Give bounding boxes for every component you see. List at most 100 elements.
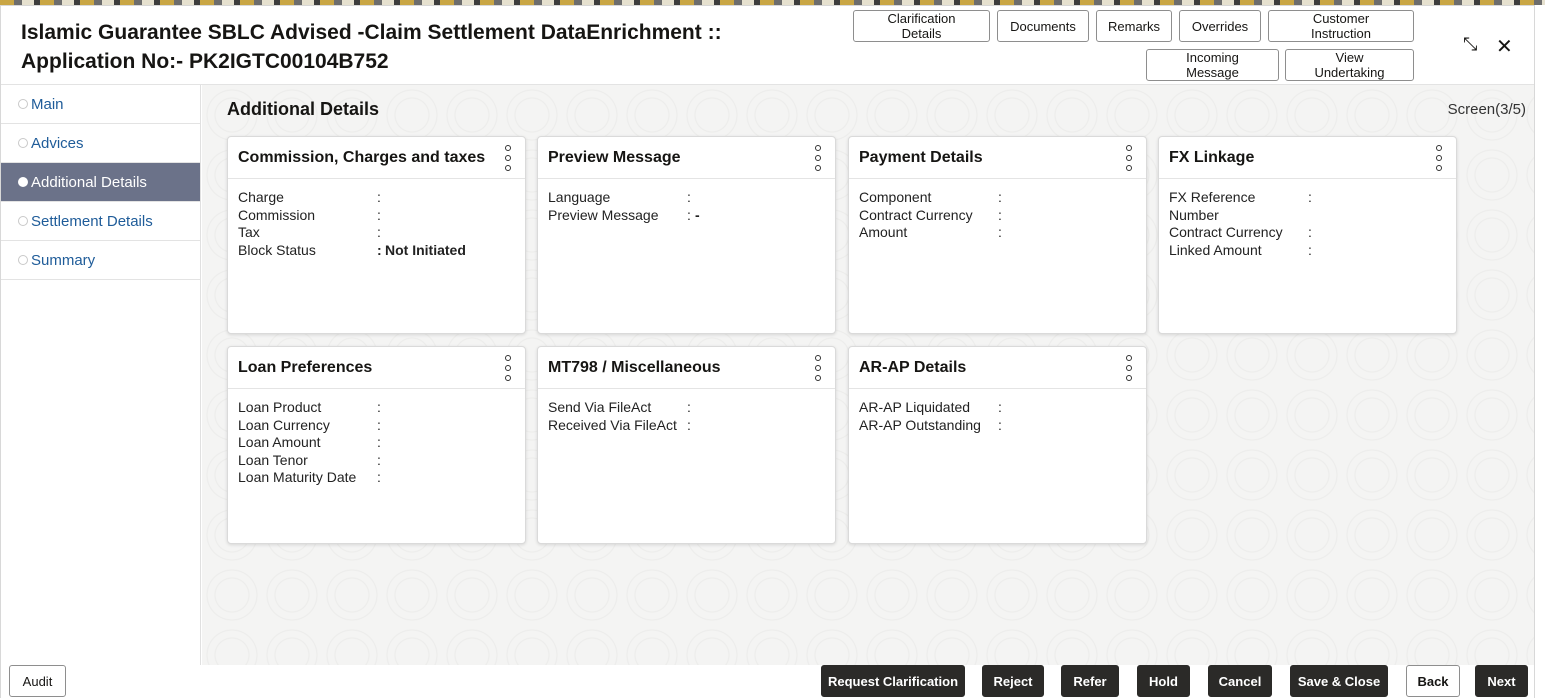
field-colon: :: [687, 189, 691, 205]
field-colon: :: [377, 224, 381, 240]
field-row: Amount:: [859, 224, 1136, 242]
kebab-menu-icon[interactable]: [813, 145, 823, 171]
card-body: AR-AP Liquidated: AR-AP Outstanding:: [849, 389, 1146, 444]
field-label: Charge: [238, 189, 284, 205]
field-colon: :: [998, 189, 1002, 205]
step-dot-icon: [18, 177, 28, 187]
field-row: Loan Maturity Date:: [238, 469, 515, 487]
field-row: FX Reference Number:: [1169, 189, 1446, 224]
field-row: Component:: [859, 189, 1136, 207]
kebab-menu-icon[interactable]: [1434, 145, 1444, 171]
field-label: Loan Tenor: [238, 451, 308, 468]
refer-button[interactable]: Refer: [1061, 665, 1119, 697]
save-close-button[interactable]: Save & Close: [1290, 665, 1388, 697]
field-row: Received Via FileAct:: [548, 417, 825, 435]
field-colon: :: [377, 469, 381, 485]
kebab-menu-icon[interactable]: [1124, 145, 1134, 171]
documents-button[interactable]: Documents: [997, 10, 1089, 42]
card-body: FX Reference Number: Contract Currency: …: [1159, 179, 1456, 269]
card-preview-message: Preview Message Language: Preview Messag…: [537, 136, 836, 334]
body-area: Main Advices Additional Details Settleme…: [1, 85, 1534, 665]
field-row: Linked Amount:: [1169, 242, 1446, 260]
field-row: Charge:: [238, 189, 515, 207]
field-label: Linked Amount: [1169, 241, 1262, 258]
card-header: Commission, Charges and taxes: [228, 137, 525, 179]
page-title: Islamic Guarantee SBLC Advised -Claim Se…: [21, 18, 781, 76]
request-clarification-button[interactable]: Request Clarification: [821, 665, 965, 697]
field-label: Loan Currency: [238, 416, 330, 433]
field-colon: :: [998, 224, 1002, 240]
screen-indicator: Screen(3/5): [1447, 101, 1526, 118]
app-window: Islamic Guarantee SBLC Advised -Claim Se…: [0, 5, 1535, 698]
kebab-menu-icon[interactable]: [503, 145, 513, 171]
field-row: Send Via FileAct:: [548, 399, 825, 417]
field-label: Amount: [859, 224, 908, 240]
field-row: Preview Message: -: [548, 207, 825, 225]
card-title: Payment Details: [859, 148, 983, 166]
field-colon: :: [1308, 224, 1312, 240]
field-colon: :: [377, 206, 381, 223]
sidebar-item-advices[interactable]: Advices: [1, 124, 200, 163]
field-label: Tax: [238, 224, 260, 240]
section-title: Additional Details: [227, 99, 380, 119]
field-row: Loan Product:: [238, 399, 515, 417]
field-label: AR-AP Liquidated: [859, 399, 971, 415]
card-fx-linkage: FX Linkage FX Reference Number: Contract…: [1158, 136, 1457, 334]
kebab-menu-icon[interactable]: [1124, 355, 1134, 381]
page-header: Islamic Guarantee SBLC Advised -Claim Se…: [1, 6, 1534, 85]
remarks-button[interactable]: Remarks: [1096, 10, 1172, 42]
card-header: Preview Message: [538, 137, 835, 179]
card-body: Loan Product: Loan Currency: Loan Amount…: [228, 389, 525, 497]
back-button[interactable]: Back: [1406, 665, 1460, 697]
audit-button[interactable]: Audit: [9, 665, 66, 697]
sidebar-item-label: Summary: [31, 251, 96, 269]
field-colon: :: [998, 206, 1002, 223]
field-colon: :: [377, 416, 381, 433]
field-label: Language: [548, 189, 611, 205]
page-title-line1: Islamic Guarantee SBLC Advised -Claim Se…: [21, 21, 722, 44]
step-dot-icon: [18, 138, 28, 148]
step-dot-icon: [18, 99, 28, 109]
field-label: Contract Currency: [1169, 224, 1283, 240]
field-row: AR-AP Outstanding:: [859, 417, 1136, 435]
sidebar-item-main[interactable]: Main: [1, 85, 200, 124]
sidebar-item-summary[interactable]: Summary: [1, 241, 200, 280]
field-colon: :: [687, 206, 691, 223]
card-body: Charge: Commission: Tax: Block Status: No…: [228, 179, 525, 269]
card-commission-charges-taxes: Commission, Charges and taxes Charge: Co…: [227, 136, 526, 334]
card-header: Payment Details: [849, 137, 1146, 179]
card-body: Language: Preview Message: -: [538, 179, 835, 234]
sidebar-item-label: Additional Details: [31, 173, 147, 191]
field-label: Received Via FileAct: [548, 416, 677, 433]
field-row: Block Status: Not Initiated: [238, 242, 515, 260]
cancel-button[interactable]: Cancel: [1208, 665, 1272, 697]
next-button[interactable]: Next: [1475, 665, 1528, 697]
field-colon: :: [377, 434, 381, 450]
step-dot-icon: [18, 255, 28, 265]
hold-button[interactable]: Hold: [1137, 665, 1190, 697]
card-header: MT798 / Miscellaneous: [538, 347, 835, 389]
reject-button[interactable]: Reject: [982, 665, 1044, 697]
field-row: AR-AP Liquidated:: [859, 399, 1136, 417]
kebab-menu-icon[interactable]: [813, 355, 823, 381]
sidebar-item-settlement-details[interactable]: Settlement Details: [1, 202, 200, 241]
field-label: FX Reference Number: [1169, 189, 1256, 223]
minimize-icon[interactable]: ⤡: [1463, 34, 1477, 55]
close-icon[interactable]: ✕: [1496, 34, 1513, 58]
customer-instruction-button[interactable]: Customer Instruction: [1268, 10, 1414, 42]
overrides-button[interactable]: Overrides: [1179, 10, 1261, 42]
kebab-menu-icon[interactable]: [503, 355, 513, 381]
card-header: FX Linkage: [1159, 137, 1456, 179]
card-body: Component: Contract Currency: Amount:: [849, 179, 1146, 252]
view-undertaking-button[interactable]: View Undertaking: [1285, 49, 1414, 81]
field-row: Language:: [548, 189, 825, 207]
field-colon: :: [687, 416, 691, 433]
card-title: AR-AP Details: [859, 358, 967, 376]
field-label: Contract Currency: [859, 206, 973, 223]
incoming-message-button[interactable]: Incoming Message: [1146, 49, 1279, 81]
field-value: -: [695, 206, 700, 223]
card-ar-ap-details: AR-AP Details AR-AP Liquidated: AR-AP Ou…: [848, 346, 1147, 544]
clarification-details-button[interactable]: Clarification Details: [853, 10, 990, 42]
sidebar-item-label: Settlement Details: [31, 212, 153, 230]
sidebar-item-additional-details[interactable]: Additional Details: [1, 163, 200, 202]
